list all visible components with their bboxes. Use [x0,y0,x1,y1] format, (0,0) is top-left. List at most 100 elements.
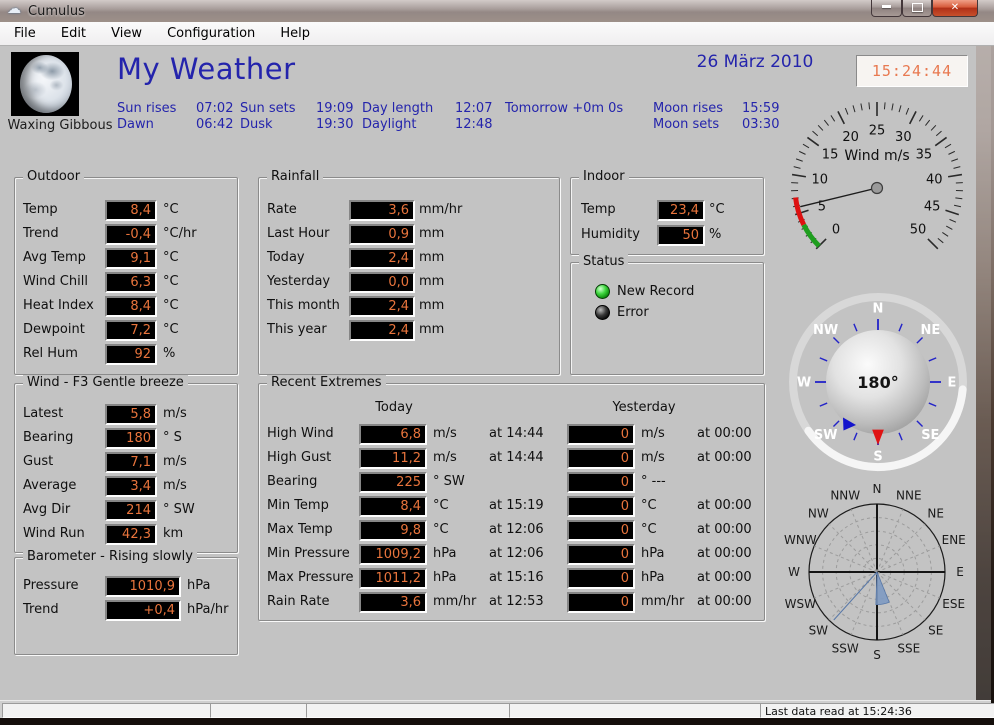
daylight-label: Daylight [362,117,416,132]
time-label: at 12:06 [489,546,544,561]
data-row: Trend+0,4hPa/hr [15,600,237,620]
data-row: Rel Hum92% [15,344,237,364]
status-label: New Record [617,284,694,299]
unit-label: °C [433,522,449,537]
panel-title: Status [579,254,628,269]
compass-label: SW [814,428,838,443]
minimize-button[interactable] [871,0,902,17]
data-row: Avg Dir214° SW [15,500,237,520]
row-label: This month [267,298,340,313]
unit-label: mm [419,298,444,313]
data-row: Wind Run42,3km [15,524,237,544]
moon-image [11,52,79,116]
window-title: Cumulus [28,4,85,19]
error-led-icon [595,305,610,320]
unit-label: m/s [163,478,187,493]
row-label: Rel Hum [23,346,78,361]
row-label: Humidity [581,227,640,242]
lcd-value: 7,2 [105,320,157,341]
moon-sets-label: Moon sets [653,117,719,132]
lcd-value: 0 [567,592,635,613]
time-label: at 14:44 [489,426,544,441]
day-length-label: Day length [362,101,433,116]
rose-label: NNW [830,488,860,502]
lcd-value: 1010,9 [105,576,181,597]
unit-label: mm [419,274,444,289]
lcd-value: 92 [105,344,157,365]
rose-label: ESE [942,597,965,611]
extremes-row: Min Temp8,4°Cat 15:190°Cat 00:00 [259,496,764,516]
moon-phase-graphic [20,55,72,113]
lcd-value: 6,3 [105,272,157,293]
gauge-tick-label: 25 [869,124,886,139]
row-label: Latest [23,406,63,421]
unit-label: km [163,526,183,541]
unit-label: mm/hr [419,202,462,217]
row-label: Min Pressure [267,546,350,561]
lcd-value: 23,4 [657,200,705,221]
day-length-value: 12:07 [455,101,492,116]
unit-label: °C/hr [163,226,197,241]
rose-label: SSE [897,642,920,656]
row-label: High Gust [267,450,331,465]
gauge-needle [800,188,877,207]
rose-label: E [956,565,964,579]
panel-outdoor: Outdoor Temp8,4°C Trend-0,4°C/hr Avg Tem… [14,177,238,375]
lcd-value: 2,4 [349,296,415,317]
panel-title: Barometer - Rising slowly [23,549,197,564]
unit-label: ° --- [641,474,666,489]
title-bar: ☁ Cumulus ✕ [0,0,994,23]
time-label: at 00:00 [697,570,752,585]
compass-label: NW [813,323,838,338]
lcd-value: 0,9 [349,224,415,245]
maximize-icon [912,3,923,12]
data-row: Heat Index8,4°C [15,296,237,316]
data-row: Today2,4mm [259,248,559,268]
sun-sets-value: 19:09 [316,101,353,116]
gauge-tick-label: 20 [842,130,859,145]
extremes-row: Max Temp9,8°Cat 12:060°Cat 00:00 [259,520,764,540]
lcd-value: 0 [567,472,635,493]
unit-label: ° SW [433,474,465,489]
close-button[interactable]: ✕ [932,0,978,17]
menu-item-edit[interactable]: Edit [51,22,96,46]
dawn-value: 06:42 [196,117,233,132]
unit-label: °C [163,274,179,289]
close-icon: ✕ [951,2,959,13]
lcd-value: -0,4 [105,224,157,245]
panel-recent-extremes: Recent Extremes Today Yesterday High Win… [258,383,765,621]
lcd-value: 0 [567,424,635,445]
data-row: Trend-0,4°C/hr [15,224,237,244]
lcd-value: 180 [105,428,157,449]
lcd-value: 5,8 [105,404,157,425]
time-label: at 15:19 [489,498,544,513]
moon-rises-label: Moon rises [653,101,723,116]
unit-label: m/s [433,450,457,465]
lcd-value: 2,4 [349,320,415,341]
status-row: New Record [571,283,763,303]
unit-label: hPa/hr [187,602,228,617]
menu-item-help[interactable]: Help [270,22,320,46]
time-label: at 00:00 [697,450,752,465]
unit-label: °C [641,498,657,513]
unit-label: % [709,227,721,242]
menu-item-file[interactable]: File [4,22,46,46]
extremes-row: Max Pressure1011,2hPaat 15:160hPaat 00:0… [259,568,764,588]
row-label: Pressure [23,578,79,593]
rose-label: NNE [896,488,922,502]
lcd-value: 225 [359,472,427,493]
row-label: This year [267,322,327,337]
status-pane-4 [509,703,762,718]
today-column-header: Today [329,400,459,415]
gauge-tick-label: 40 [926,172,943,187]
status-pane-2 [210,703,308,718]
menu-item-view[interactable]: View [101,22,152,46]
time-label: at 15:16 [489,570,544,585]
data-row: Pressure1010,9hPa [15,576,237,596]
time-label: at 00:00 [697,594,752,609]
maximize-button[interactable] [902,0,932,17]
unit-label: °C [163,202,179,217]
row-label: Avg Temp [23,250,86,265]
menu-item-configuration[interactable]: Configuration [157,22,265,46]
unit-label: hPa [433,570,456,585]
